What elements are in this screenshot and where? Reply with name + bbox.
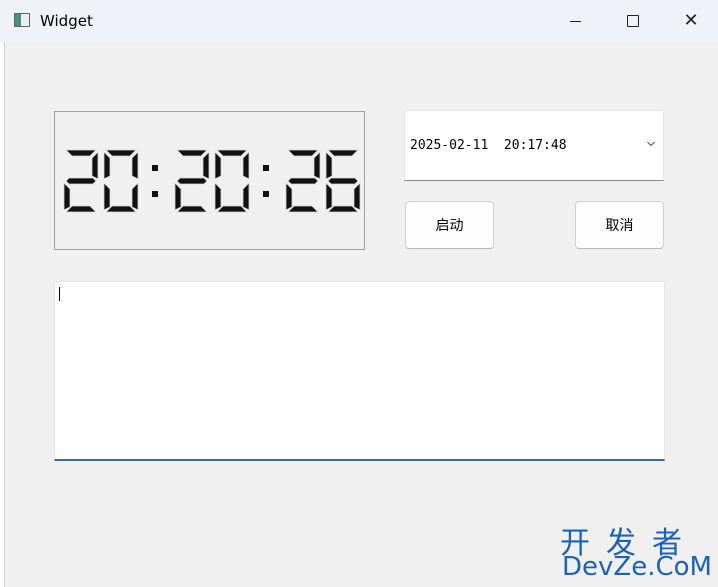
watermark-line2: DevZe.CoM xyxy=(562,552,712,582)
maximize-button[interactable] xyxy=(604,0,662,42)
lcd-digit-5-seg-b xyxy=(313,151,321,180)
window-left-edge xyxy=(0,42,5,587)
close-button[interactable]: ✕ xyxy=(662,0,718,42)
datetime-value: 2025-02-11 20:17:48 xyxy=(410,138,567,153)
datetime-edit[interactable]: 2025-02-11 20:17:48 xyxy=(404,110,664,181)
lcd-colon-2-dot-2 xyxy=(263,191,269,197)
lcd-colon-2-dot-1 xyxy=(263,165,269,171)
lcd-digit-6-seg-g xyxy=(327,177,359,185)
lcd-digit-5-seg-a xyxy=(287,149,319,157)
lcd-digit-2-seg-e xyxy=(103,182,111,211)
text-caret xyxy=(59,287,60,301)
lcd-digit-2-seg-a xyxy=(105,149,137,157)
lcd-digit-4-seg-c xyxy=(242,182,250,211)
lcd-digit-6-seg-a xyxy=(327,149,359,157)
lcd-digit-6-seg-f xyxy=(325,151,333,180)
lcd-digit-5-seg-e xyxy=(285,182,293,211)
lcd-digit-5-seg-g xyxy=(287,177,319,185)
lcd-digit-4-seg-a xyxy=(216,149,248,157)
maximize-icon xyxy=(627,15,639,27)
lcd-digit-3-seg-d xyxy=(176,205,208,213)
lcd-digit-4-seg-e xyxy=(214,182,222,211)
lcd-digit-2-seg-d xyxy=(105,205,137,213)
lcd-digit-1-seg-b xyxy=(91,151,99,180)
lcd-clock-display xyxy=(54,111,365,250)
lcd-digit-4-seg-b xyxy=(242,151,250,180)
lcd-digit-3-seg-e xyxy=(174,182,182,211)
lcd-digit-5-seg-d xyxy=(287,205,319,213)
lcd-digit-6-seg-c xyxy=(353,182,361,211)
start-button[interactable]: 启动 xyxy=(405,201,494,249)
lcd-colon-1-dot-1 xyxy=(152,165,158,171)
close-icon: ✕ xyxy=(683,10,699,31)
lcd-colon-1-dot-2 xyxy=(152,191,158,197)
lcd-digit-4-seg-d xyxy=(216,205,248,213)
minimize-button[interactable] xyxy=(546,0,604,42)
minimize-icon xyxy=(569,20,581,22)
lcd-clock-graphic xyxy=(63,149,361,213)
widget-window: Widget ✕ 2025-02-11 20:17:48 启动 取消 开发者 D… xyxy=(0,0,718,587)
lcd-digit-6-seg-e xyxy=(325,182,333,211)
window-title: Widget xyxy=(40,12,93,30)
title-bar[interactable]: Widget ✕ xyxy=(0,0,718,42)
text-edit[interactable] xyxy=(54,281,665,461)
lcd-digit-6-seg-d xyxy=(327,205,359,213)
lcd-digit-2-seg-c xyxy=(131,182,139,211)
lcd-digit-1-seg-a xyxy=(65,149,97,157)
lcd-digit-1-seg-d xyxy=(65,205,97,213)
cancel-button[interactable]: 取消 xyxy=(575,201,664,249)
app-window-icon xyxy=(14,13,30,27)
lcd-digit-1-seg-g xyxy=(65,177,97,185)
watermark: 开发者 DevZe.CoM xyxy=(558,518,718,587)
lcd-digit-1-seg-e xyxy=(63,182,71,211)
lcd-digit-2-seg-b xyxy=(131,151,139,180)
chevron-down-icon[interactable] xyxy=(647,140,655,148)
lcd-digit-3-seg-b xyxy=(202,151,210,180)
lcd-digit-3-seg-g xyxy=(176,177,208,185)
lcd-digit-4-seg-f xyxy=(214,151,222,180)
lcd-digit-2-seg-f xyxy=(103,151,111,180)
lcd-digit-3-seg-a xyxy=(176,149,208,157)
